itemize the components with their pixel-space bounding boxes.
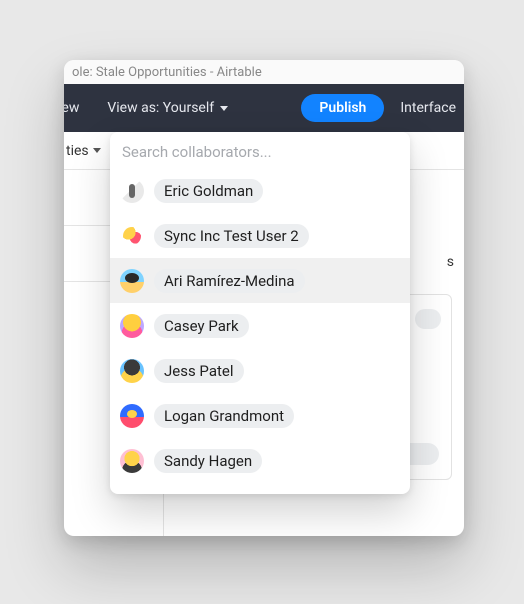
nav-item-label: iew	[64, 100, 79, 116]
view-as-label: View as: Yourself	[107, 100, 214, 116]
collaborator-item[interactable]: Sandy Hagen	[110, 438, 410, 483]
collaborator-name: Eric Goldman	[154, 179, 263, 203]
nav-item-truncated-left[interactable]: iew	[64, 84, 91, 132]
publish-button-label: Publish	[319, 100, 366, 116]
collaborator-item[interactable]: Jess Patel	[110, 348, 410, 393]
avatar-icon	[120, 404, 144, 428]
avatar-icon	[120, 449, 144, 473]
collaborator-name: Sync Inc Test User 2	[154, 224, 309, 248]
collaborator-name: Ari Ramírez-Medina	[154, 269, 305, 293]
search-collaborators-input[interactable]: Search collaborators...	[110, 132, 410, 168]
view-as-dropdown-trigger[interactable]: View as: Yourself	[95, 84, 240, 132]
truncated-text: s	[447, 254, 454, 270]
collaborator-name: Logan Grandmont	[154, 404, 294, 428]
publish-button[interactable]: Publish	[301, 94, 384, 122]
collaborator-name: Casey Park	[154, 314, 249, 338]
collaborator-item[interactable]: Ari Ramírez-Medina	[110, 258, 410, 303]
avatar-icon	[120, 314, 144, 338]
subnav-label: ties	[66, 143, 89, 159]
collaborator-item[interactable]: Sync Inc Test User 2	[110, 213, 410, 258]
collaborator-list: Eric Goldman Sync Inc Test User 2 Ari Ramí…	[110, 168, 410, 494]
avatar-icon	[120, 224, 144, 248]
collaborator-dropdown: Search collaborators... Eric Goldman Sync…	[110, 132, 410, 494]
nav-item-interface[interactable]: Interface	[388, 84, 456, 132]
chevron-down-icon	[93, 148, 101, 153]
top-navbar: iew View as: Yourself Publish Interface	[64, 84, 464, 132]
window-title: ole: Stale Opportunities - Airtable	[72, 65, 262, 80]
window-titlebar: ole: Stale Opportunities - Airtable	[64, 60, 464, 84]
collaborator-item[interactable]: Logan Grandmont	[110, 393, 410, 438]
avatar-icon	[120, 179, 144, 203]
avatar-icon	[120, 269, 144, 293]
collaborator-item[interactable]: Casey Park	[110, 303, 410, 348]
subnav-dropdown-trigger[interactable]: ties	[66, 143, 101, 159]
avatar-icon	[120, 359, 144, 383]
chevron-down-icon	[220, 106, 228, 111]
collaborator-name: Jess Patel	[154, 359, 244, 383]
placeholder-pill	[415, 309, 441, 329]
nav-item-label: Interface	[400, 100, 456, 116]
collaborator-item[interactable]: Eric Goldman	[110, 168, 410, 213]
collaborator-name: Sandy Hagen	[154, 449, 262, 473]
